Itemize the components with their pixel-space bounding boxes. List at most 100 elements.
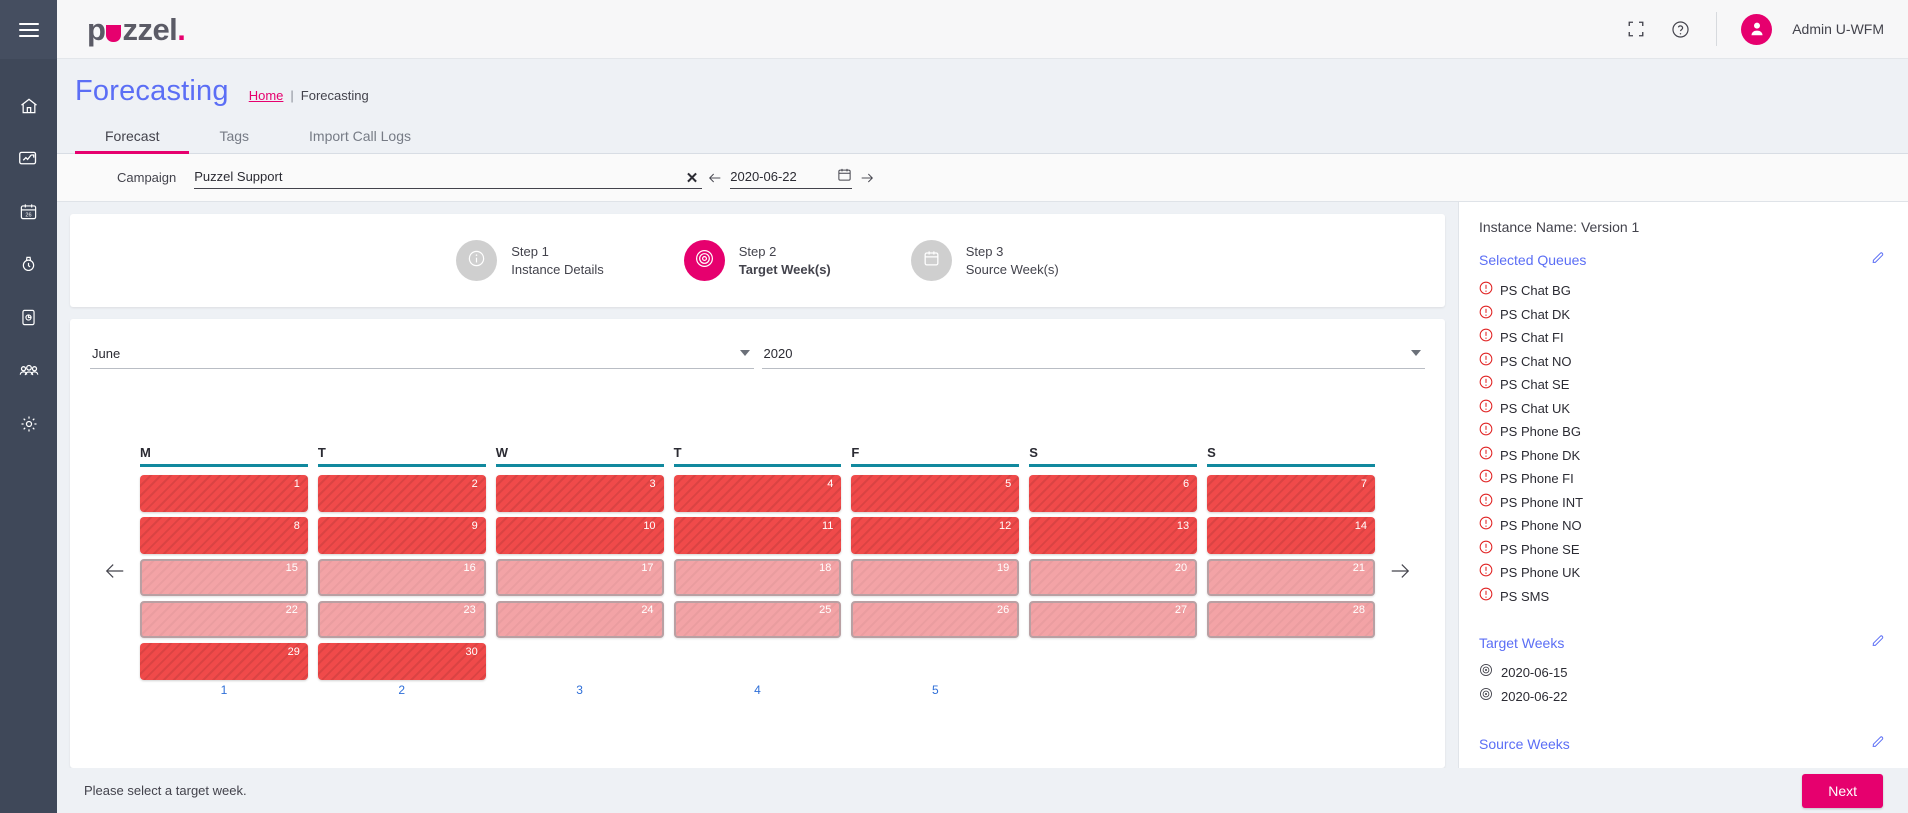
- calendar-day[interactable]: 14: [1207, 517, 1375, 554]
- calendar-week-number[interactable]: 1: [140, 683, 308, 697]
- calendar-day[interactable]: 28: [1207, 601, 1375, 638]
- alert-icon: [1479, 563, 1493, 582]
- calendar-picker-icon[interactable]: [837, 167, 852, 187]
- queue-list-item[interactable]: PS Chat DK: [1479, 305, 1886, 324]
- calendar-day[interactable]: 9: [318, 517, 486, 554]
- help-circle-icon[interactable]: [1668, 17, 1692, 41]
- calendar-day[interactable]: 21: [1207, 559, 1375, 596]
- calendar-day[interactable]: 25: [674, 601, 842, 638]
- target-weeks-title[interactable]: Target Weeks: [1479, 635, 1564, 651]
- calendar-day[interactable]: 3: [496, 475, 664, 512]
- calendar-day[interactable]: 1: [140, 475, 308, 512]
- sidebar-item-agents[interactable]: [0, 344, 57, 397]
- sidebar-item-forecasting[interactable]: [0, 132, 57, 185]
- queue-list-item[interactable]: PS Phone DK: [1479, 446, 1886, 465]
- edit-icon[interactable]: [1870, 249, 1886, 270]
- queue-list-item[interactable]: PS Phone INT: [1479, 493, 1886, 512]
- year-select[interactable]: 2020: [762, 341, 1426, 369]
- step-1-instance-details[interactable]: Step 1 Instance Details: [456, 240, 604, 281]
- calendar-day[interactable]: 12: [851, 517, 1019, 554]
- next-week-button[interactable]: [854, 165, 880, 191]
- calendar-day[interactable]: 18: [674, 559, 842, 596]
- sidebar-item-time-tracking[interactable]: [0, 238, 57, 291]
- queue-list-item[interactable]: PS Chat UK: [1479, 399, 1886, 418]
- calendar-day[interactable]: 27: [1029, 601, 1197, 638]
- next-button[interactable]: Next: [1802, 774, 1883, 808]
- alert-icon: [1479, 281, 1493, 300]
- calendar-day[interactable]: 22: [140, 601, 308, 638]
- section-spacer: [1479, 610, 1886, 632]
- logo-u-glyph: [106, 25, 121, 42]
- calendar-week-number[interactable]: 4: [674, 683, 842, 697]
- calendar-day[interactable]: 5: [851, 475, 1019, 512]
- target-week-item[interactable]: 2020-06-22: [1479, 687, 1886, 706]
- calendar-day[interactable]: 7: [1207, 475, 1375, 512]
- fullscreen-icon[interactable]: [1624, 17, 1648, 41]
- prev-week-button[interactable]: [702, 165, 728, 191]
- calendar-week-number[interactable]: 3: [496, 683, 664, 697]
- calendar-day-number: 6: [1183, 478, 1189, 490]
- calendar-day[interactable]: 15: [140, 559, 308, 596]
- info-icon: [467, 249, 486, 273]
- calendar-day[interactable]: 10: [496, 517, 664, 554]
- calendar-day[interactable]: 20: [1029, 559, 1197, 596]
- calendar-dow-header: S: [1029, 445, 1197, 464]
- queue-list-item[interactable]: PS Phone NO: [1479, 516, 1886, 535]
- calendar-day[interactable]: 11: [674, 517, 842, 554]
- calendar-day[interactable]: 23: [318, 601, 486, 638]
- forecast-icon: [18, 148, 39, 169]
- queue-list-item[interactable]: PS Chat NO: [1479, 352, 1886, 371]
- queue-list-item[interactable]: PS Chat SE: [1479, 375, 1886, 394]
- calendar-day[interactable]: 16: [318, 559, 486, 596]
- target-week-item[interactable]: 2020-06-15: [1479, 663, 1886, 682]
- calendar-days: 1234567891011121314151617181920212223242…: [140, 475, 1375, 680]
- edit-icon[interactable]: [1870, 733, 1886, 754]
- edit-icon[interactable]: [1870, 632, 1886, 653]
- calendar-next-button[interactable]: [1375, 560, 1425, 582]
- tab-import-call-logs[interactable]: Import Call Logs: [279, 122, 441, 153]
- calendar-day[interactable]: 17: [496, 559, 664, 596]
- menu-toggle-button[interactable]: [0, 0, 57, 59]
- calendar-day-empty: [1207, 643, 1375, 680]
- page-header: Forecasting Home | Forecasting Forecast …: [57, 59, 1908, 154]
- sidebar-item-reports[interactable]: [0, 291, 57, 344]
- avatar[interactable]: [1741, 14, 1772, 45]
- calendar-day[interactable]: 4: [674, 475, 842, 512]
- breadcrumb-home-link[interactable]: Home: [249, 88, 284, 103]
- calendar-day[interactable]: 19: [851, 559, 1019, 596]
- calendar-day[interactable]: 13: [1029, 517, 1197, 554]
- calendar-day[interactable]: 8: [140, 517, 308, 554]
- step-3-source-weeks[interactable]: Step 3 Source Week(s): [911, 240, 1059, 281]
- date-input[interactable]: [730, 166, 852, 189]
- calendar-day[interactable]: 24: [496, 601, 664, 638]
- selected-queues-title[interactable]: Selected Queues: [1479, 252, 1586, 268]
- calendar-day[interactable]: 30: [318, 643, 486, 680]
- calendar-day[interactable]: 29: [140, 643, 308, 680]
- source-weeks-title[interactable]: Source Weeks: [1479, 736, 1570, 752]
- sidebar-item-scheduling[interactable]: 26: [0, 185, 57, 238]
- close-icon[interactable]: ✕: [686, 171, 699, 186]
- queue-list: PS Chat BG PS Chat DK PS Chat FI PS Chat NO…: [1479, 281, 1886, 606]
- sidebar-item-settings[interactable]: [0, 397, 57, 450]
- tab-tags[interactable]: Tags: [189, 122, 279, 153]
- sidebar-item-home[interactable]: [0, 79, 57, 132]
- queue-list-item[interactable]: PS Phone SE: [1479, 540, 1886, 559]
- queue-list-item[interactable]: PS SMS: [1479, 587, 1886, 606]
- validation-message: Please select a target week.: [84, 783, 247, 798]
- queue-list-item[interactable]: PS Chat FI: [1479, 328, 1886, 347]
- calendar-week-number[interactable]: 2: [318, 683, 486, 697]
- calendar-prev-button[interactable]: [90, 560, 140, 582]
- hamburger-icon[interactable]: [19, 23, 39, 37]
- tab-forecast[interactable]: Forecast: [75, 122, 189, 153]
- queue-list-item[interactable]: PS Phone FI: [1479, 469, 1886, 488]
- queue-list-item[interactable]: PS Phone BG: [1479, 422, 1886, 441]
- calendar-day[interactable]: 6: [1029, 475, 1197, 512]
- calendar-day[interactable]: 2: [318, 475, 486, 512]
- calendar-day[interactable]: 26: [851, 601, 1019, 638]
- step-2-target-weeks[interactable]: Step 2 Target Week(s): [684, 240, 831, 281]
- queue-list-item[interactable]: PS Phone UK: [1479, 563, 1886, 582]
- campaign-input[interactable]: [194, 166, 702, 189]
- month-select[interactable]: June: [90, 341, 754, 369]
- queue-list-item[interactable]: PS Chat BG: [1479, 281, 1886, 300]
- calendar-week-number[interactable]: 5: [851, 683, 1019, 697]
